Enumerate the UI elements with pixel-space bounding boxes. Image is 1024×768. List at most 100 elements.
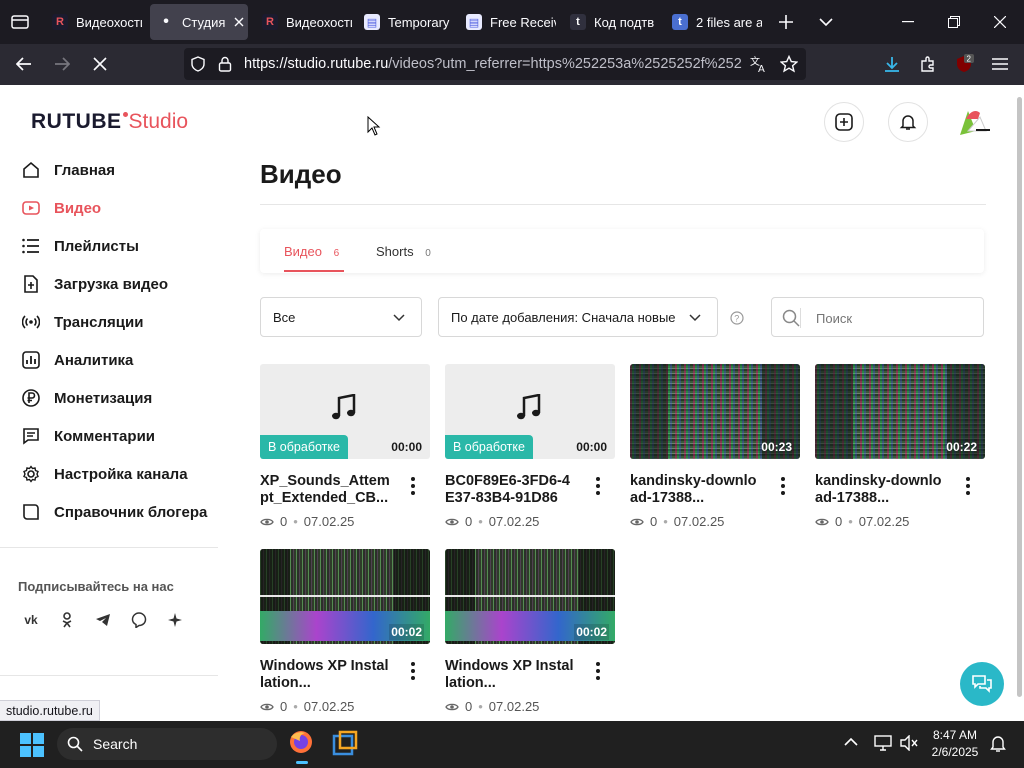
vk-icon[interactable]: vk [18, 607, 44, 633]
video-card[interactable]: В обработке 00:00 XP_Sounds_Attempt_Exte… [260, 364, 430, 529]
video-thumbnail[interactable]: В обработке 00:00 [445, 364, 615, 459]
video-title[interactable]: XP_Sounds_Attempt_Extended_CB... [260, 473, 390, 507]
address-bar[interactable]: https://studio.rutube.ru/videos?utm_refe… [184, 48, 806, 80]
video-thumbnail[interactable]: В обработке 00:00 [260, 364, 430, 459]
lock-icon[interactable] [218, 56, 232, 72]
network-icon[interactable] [874, 735, 892, 751]
create-button[interactable] [824, 102, 864, 142]
sidebar-item-blogger-guide[interactable]: Справочник блогера [22, 497, 207, 527]
analytics-icon [22, 351, 40, 369]
chevron-down-icon[interactable] [814, 10, 838, 34]
viber-icon[interactable] [126, 607, 152, 633]
video-card[interactable]: 00:23 kandinsky-download-17388... 0 • 07… [630, 364, 800, 529]
sidebar-item-home[interactable]: Главная [22, 155, 115, 185]
search-input[interactable] [816, 308, 966, 328]
browser-tab-active[interactable]: • Студия RUTUBE [150, 4, 248, 40]
avatar[interactable] [956, 105, 992, 139]
notification-bell-icon[interactable] [990, 735, 1006, 753]
video-title[interactable]: kandinsky-download-17388... [815, 473, 945, 507]
browser-toolbar: https://studio.rutube.ru/videos?utm_refe… [0, 44, 1024, 85]
svg-text:A: A [758, 64, 765, 73]
extensions-icon[interactable] [916, 52, 940, 76]
forward-arrow-icon[interactable] [50, 52, 74, 76]
rutube-studio-logo[interactable]: RUTUBE Studio [31, 110, 188, 134]
url-text[interactable]: https://studio.rutube.ru/videos?utm_refe… [244, 56, 742, 72]
support-chat-button[interactable] [960, 662, 1004, 706]
sort-select[interactable]: По дате добавления: Сначала новые [438, 297, 718, 337]
chevron-up-icon[interactable] [844, 737, 858, 746]
video-card[interactable]: 00:22 kandinsky-download-17388... 0 • 07… [815, 364, 985, 529]
sidebar-item-video[interactable]: Видео [22, 193, 101, 223]
broadcast-icon [22, 315, 40, 329]
browser-tab[interactable]: ▤ Free Receive [466, 4, 556, 40]
video-card[interactable]: В обработке 00:00 BC0F89E6-3FD6-4E37-83B… [445, 364, 615, 529]
minimize-icon[interactable] [896, 10, 920, 34]
browser-tab[interactable]: R Видеохостинг [262, 4, 352, 40]
meta-separator: • [478, 699, 483, 714]
taskbar-search[interactable]: Search [57, 728, 277, 760]
tab-shorts[interactable]: Shorts 0 [376, 244, 431, 259]
video-card[interactable]: 00:02 Windows XP Installation... 0 • 07.… [445, 549, 615, 714]
windows-start-icon[interactable] [20, 733, 44, 757]
sparkle-icon[interactable] [162, 607, 188, 633]
restore-icon[interactable] [942, 10, 966, 34]
virtualbox-taskbar-icon[interactable] [332, 730, 358, 756]
more-options-icon[interactable] [780, 476, 786, 496]
download-icon[interactable] [880, 52, 904, 76]
stop-loading-icon[interactable] [88, 52, 112, 76]
telegram-icon[interactable] [90, 607, 116, 633]
hamburger-menu-icon[interactable] [988, 52, 1012, 76]
eye-icon [260, 703, 274, 710]
video-card[interactable]: 00:02 Windows XP Installation... 0 • 07.… [260, 549, 430, 714]
close-tab-icon[interactable] [234, 17, 244, 27]
back-arrow-icon[interactable] [12, 52, 36, 76]
volume-muted-icon[interactable] [900, 735, 918, 751]
search-field[interactable] [771, 297, 984, 337]
sidebar-item-channel-settings[interactable]: Настройка канала [22, 459, 188, 489]
new-tab-icon[interactable] [774, 10, 798, 34]
processing-badge: В обработке [260, 435, 348, 459]
browser-tab[interactable]: t Код подтв [570, 4, 660, 40]
more-options-icon[interactable] [595, 661, 601, 681]
video-thumbnail[interactable]: 00:23 [630, 364, 800, 459]
filter-select[interactable]: Все [260, 297, 422, 337]
ublock-icon[interactable]: 2 [952, 52, 976, 76]
sidebar-item-upload[interactable]: Загрузка видео [22, 269, 168, 299]
video-thumbnail[interactable]: 00:02 [445, 549, 615, 644]
close-window-icon[interactable] [988, 10, 1012, 34]
browser-tab[interactable]: R Видеохостинг [52, 4, 142, 40]
page-scrollbar[interactable] [1017, 97, 1022, 697]
search-icon [782, 309, 800, 327]
more-options-icon[interactable] [410, 661, 416, 681]
sidebar-item-monetization[interactable]: Монетизация [22, 383, 152, 413]
video-title[interactable]: kandinsky-download-17388... [630, 473, 760, 507]
video-title[interactable]: Windows XP Installation... [445, 658, 575, 692]
video-title[interactable]: BC0F89E6-3FD6-4E37-83B4-91D86A... [445, 473, 575, 507]
star-icon[interactable] [780, 55, 798, 73]
sidebar-item-broadcasts[interactable]: Трансляции [22, 307, 143, 337]
video-thumbnail[interactable]: 00:02 [260, 549, 430, 644]
tab-list-icon[interactable] [8, 10, 32, 34]
notifications-button[interactable] [888, 102, 928, 142]
video-thumbnail[interactable]: 00:22 [815, 364, 985, 459]
more-options-icon[interactable] [595, 476, 601, 496]
browser-tab[interactable]: t 2 files are a [672, 4, 762, 40]
video-title[interactable]: Windows XP Installation... [260, 658, 390, 692]
browser-tab[interactable]: ▤ Temporary [364, 4, 454, 40]
translate-icon[interactable]: 文A [750, 55, 768, 73]
eye-icon [630, 518, 644, 525]
eye-icon [445, 518, 459, 525]
firefox-taskbar-icon[interactable] [288, 729, 316, 764]
eye-icon [815, 518, 829, 525]
meta-separator: • [293, 699, 298, 714]
help-icon[interactable]: ? [730, 311, 744, 325]
ok-icon[interactable] [54, 607, 80, 633]
more-options-icon[interactable] [965, 476, 971, 496]
shield-icon[interactable] [190, 56, 206, 72]
more-options-icon[interactable] [410, 476, 416, 496]
sidebar-item-comments[interactable]: Комментарии [22, 421, 155, 451]
sidebar-item-analytics[interactable]: Аналитика [22, 345, 133, 375]
clock[interactable]: 8:47 AM 2/6/2025 [926, 727, 984, 761]
sidebar-item-playlists[interactable]: Плейлисты [22, 231, 139, 261]
tab-video[interactable]: Видео 6 [284, 244, 339, 259]
